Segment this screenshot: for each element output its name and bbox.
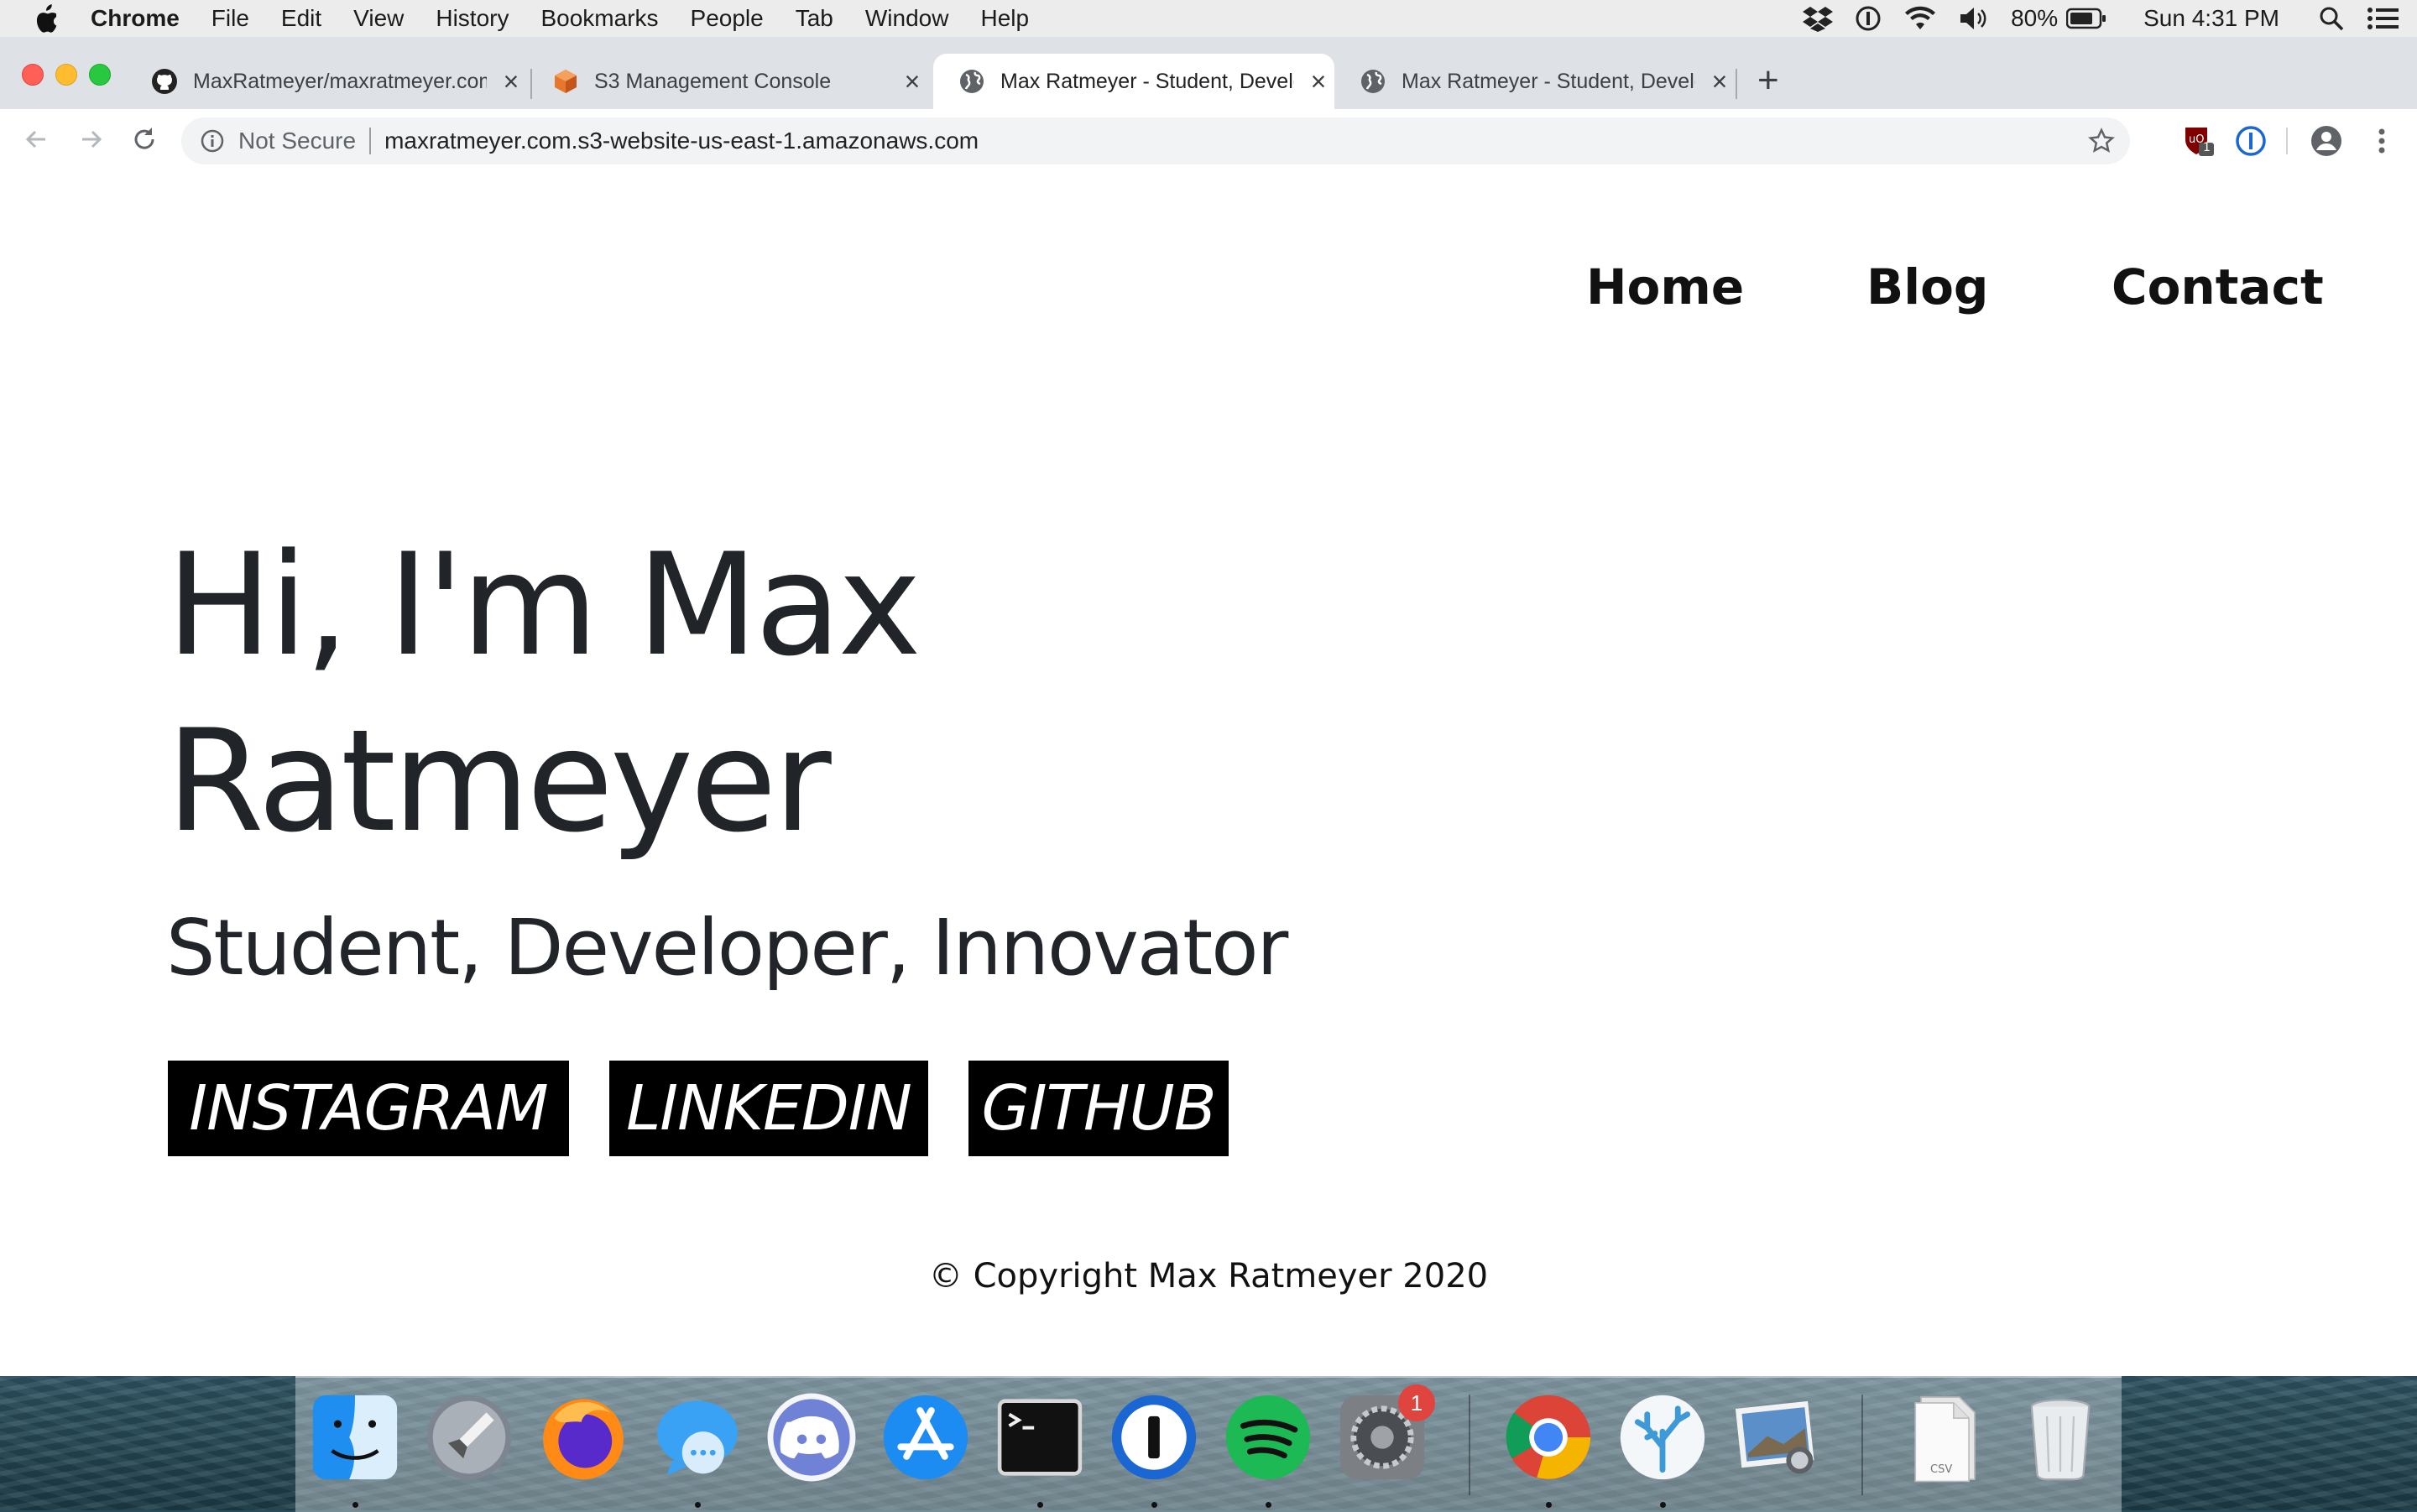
globe-icon — [1361, 70, 1385, 93]
menu-clock[interactable]: Sun 4:31 PM — [2143, 5, 2279, 32]
dropbox-icon[interactable] — [1803, 5, 1834, 32]
tab-title: Max Ratmeyer - Student, Developer — [1402, 69, 1695, 93]
menu-file[interactable]: File — [211, 5, 249, 32]
spotlight-icon[interactable] — [2318, 5, 2345, 32]
discord-icon[interactable] — [764, 1389, 859, 1485]
copyright-text: © Copyright Max Ratmeyer 2020 — [928, 1257, 1489, 1296]
nav-blog-link[interactable]: Blog — [1866, 258, 1988, 315]
tab-max-ratmeyer[interactable]: Max Ratmeyer - Student, Developer × — [1334, 54, 1734, 109]
hero-subtitle: Student, Developer, Innovator — [166, 903, 1288, 993]
github-icon — [152, 69, 177, 94]
profile-avatar-icon[interactable] — [2310, 124, 2343, 158]
menu-tab[interactable]: Tab — [796, 5, 833, 32]
menu-window[interactable]: Window — [865, 5, 949, 32]
downloads-stack[interactable]: CSV — [1900, 1389, 1996, 1485]
apple-icon[interactable] — [34, 3, 60, 34]
browser-toolbar: Not Secure maxratmeyer.com.s3-website-us… — [0, 109, 2417, 175]
running-indicator — [1660, 1502, 1666, 1508]
close-tab-icon[interactable]: × — [900, 66, 925, 97]
firefox-icon[interactable] — [535, 1389, 631, 1485]
1password-extension-icon[interactable] — [2234, 124, 2268, 158]
system-preferences-app[interactable]: 1 — [1334, 1384, 1435, 1485]
instagram-link[interactable]: INSTAGRAM — [168, 1061, 569, 1156]
address-bar[interactable]: Not Secure maxratmeyer.com.s3-website-us… — [181, 117, 2130, 164]
new-tab-button[interactable]: + — [1757, 62, 1779, 99]
menu-history[interactable]: History — [436, 5, 509, 32]
dock-divider — [1861, 1395, 1863, 1495]
coral-app-icon[interactable] — [1615, 1389, 1710, 1485]
volume-icon[interactable] — [1959, 6, 1989, 31]
extension-badge: 1 — [2203, 141, 2211, 154]
ublock-extension-icon[interactable]: uO 1 — [2182, 124, 2216, 158]
terminal-icon[interactable] — [992, 1389, 1088, 1485]
tab-title: S3 Management Console — [594, 69, 832, 93]
security-label[interactable]: Not Secure — [238, 128, 356, 154]
running-indicator — [1037, 1502, 1043, 1508]
running-indicator — [352, 1502, 358, 1508]
nav-home-link[interactable]: Home — [1586, 258, 1744, 315]
file-type-label: CSV — [1930, 1463, 1953, 1476]
tab-strip: MaxRatmeyer/maxratmeyer.com × S3 Managem… — [0, 37, 2417, 109]
linkedin-link[interactable]: LINKEDIN — [609, 1061, 928, 1156]
running-indicator — [1151, 1502, 1157, 1508]
url-text[interactable]: maxratmeyer.com.s3-website-us-east-1.ama… — [384, 128, 979, 154]
chrome-icon[interactable] — [1501, 1389, 1596, 1485]
address-divider — [369, 128, 372, 154]
messages-icon[interactable] — [650, 1389, 745, 1485]
nav-contact-link[interactable]: Contact — [2112, 258, 2324, 315]
running-indicator — [1266, 1502, 1271, 1508]
menu-view[interactable]: View — [353, 5, 404, 32]
trash-icon[interactable] — [2012, 1389, 2108, 1485]
battery-percent: 80% — [2011, 5, 2059, 31]
launchpad-icon[interactable] — [421, 1389, 517, 1485]
menu-app-name[interactable]: Chrome — [91, 5, 180, 32]
github-link[interactable]: GITHUB — [968, 1061, 1229, 1156]
preview-icon[interactable] — [1729, 1389, 1824, 1485]
tab-separator — [1736, 69, 1737, 99]
dock-divider — [1469, 1395, 1470, 1495]
tab-s3-console[interactable]: S3 Management Console × — [527, 54, 927, 109]
dock: 1 CSV — [295, 1376, 2122, 1512]
notification-center-icon[interactable] — [2367, 6, 2400, 31]
battery-icon[interactable] — [2066, 8, 2106, 29]
app-store-icon[interactable] — [878, 1389, 974, 1485]
close-tab-icon[interactable]: × — [499, 66, 524, 97]
tab-github[interactable]: MaxRatmeyer/maxratmeyer.com × — [126, 54, 525, 109]
running-indicator — [695, 1502, 701, 1508]
aws-s3-icon — [555, 70, 577, 93]
notification-badge: 1 — [1398, 1384, 1435, 1421]
close-tab-icon[interactable]: × — [1707, 66, 1732, 97]
minimize-window-button[interactable] — [55, 64, 77, 86]
tab-title: MaxRatmeyer/maxratmeyer.com — [193, 69, 487, 93]
browser-window: MaxRatmeyer/maxratmeyer.com × S3 Managem… — [0, 37, 2417, 1376]
menu-edit[interactable]: Edit — [281, 5, 321, 32]
tab-max-ratmeyer-active[interactable]: Max Ratmeyer - Student, Developer × — [933, 54, 1334, 109]
close-window-button[interactable] — [22, 64, 44, 86]
back-icon[interactable] — [18, 121, 55, 158]
close-tab-icon[interactable]: × — [1306, 66, 1331, 97]
tab-title: Max Ratmeyer - Student, Developer — [1000, 69, 1294, 93]
menu-bookmarks[interactable]: Bookmarks — [540, 5, 658, 32]
menu-bar: Chrome File Edit View History Bookmarks … — [0, 0, 2417, 38]
running-indicator — [1546, 1502, 1552, 1508]
browser-menu-icon[interactable] — [2365, 124, 2399, 158]
zoom-window-button[interactable] — [89, 64, 111, 86]
globe-icon — [960, 70, 984, 93]
finder-icon[interactable] — [307, 1389, 403, 1485]
spotify-icon[interactable] — [1220, 1389, 1316, 1485]
menu-people[interactable]: People — [691, 5, 764, 32]
toolbar-divider — [2286, 128, 2288, 154]
web-page: Home Blog Contact Hi, I'm Max Ratmeyer S… — [0, 173, 2417, 1376]
1password-menu-icon[interactable] — [1855, 5, 1882, 32]
menu-help[interactable]: Help — [980, 5, 1029, 32]
hero-title: Hi, I'm Max Ratmeyer — [166, 523, 921, 863]
bookmark-star-icon[interactable] — [2088, 128, 2115, 154]
info-icon[interactable] — [200, 128, 225, 154]
wifi-icon[interactable] — [1903, 6, 1937, 31]
reload-icon[interactable] — [126, 121, 163, 158]
forward-icon[interactable] — [72, 121, 109, 158]
1password-icon[interactable] — [1106, 1389, 1202, 1485]
